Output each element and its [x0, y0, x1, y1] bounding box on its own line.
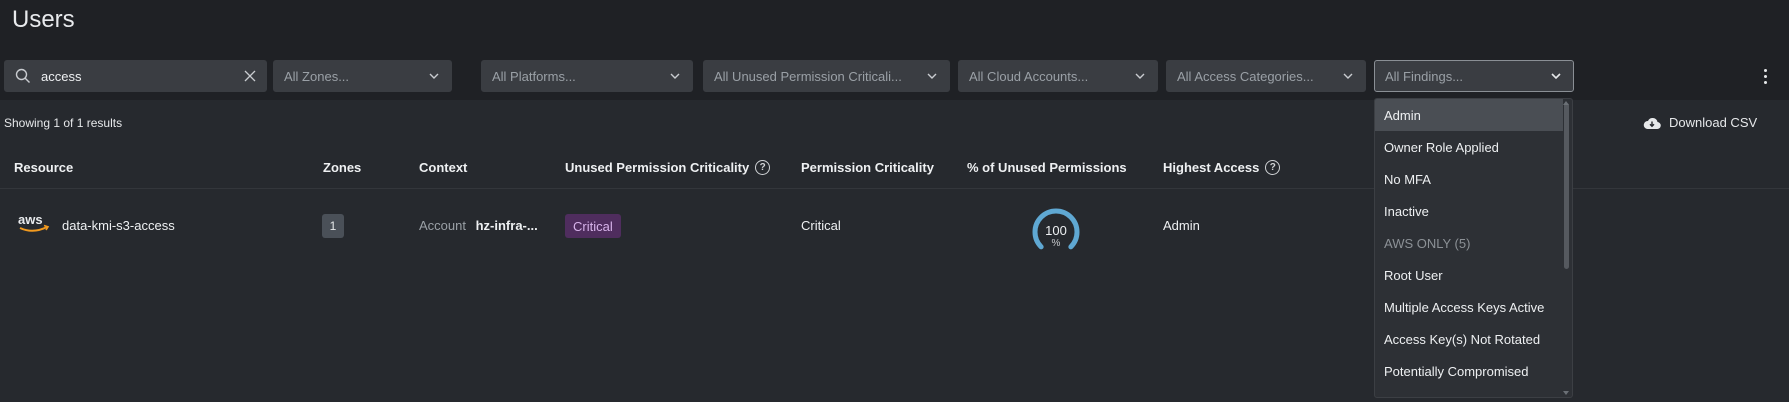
- dropdown-group-label: AWS ONLY (5): [1384, 235, 1471, 251]
- context-value[interactable]: hz-infra-...: [476, 218, 538, 233]
- aws-logo-icon: aws: [18, 212, 50, 232]
- col-unused-criticality[interactable]: Unused Permission Criticality ?: [565, 160, 771, 175]
- gauge-unit: %: [1051, 238, 1061, 249]
- unused-criticality-filter-label: All Unused Permission Criticali...: [714, 68, 902, 84]
- unused-criticality-filter[interactable]: All Unused Permission Criticali...: [703, 60, 950, 92]
- zones-count-badge[interactable]: 1: [322, 214, 344, 238]
- clear-icon[interactable]: [244, 70, 256, 82]
- svg-text:aws: aws: [18, 212, 43, 227]
- search-value[interactable]: access: [41, 69, 244, 84]
- chevron-down-icon: [1343, 73, 1353, 79]
- page-title: Users: [12, 6, 75, 33]
- col-context[interactable]: Context: [419, 160, 467, 175]
- context-label: Account: [419, 218, 466, 233]
- findings-filter-label: All Findings...: [1385, 68, 1464, 84]
- col-zones[interactable]: Zones: [323, 160, 361, 175]
- cloud-accounts-filter[interactable]: All Cloud Accounts...: [958, 60, 1158, 92]
- search-icon: [15, 68, 30, 83]
- chevron-down-icon: [927, 73, 937, 79]
- cloud-accounts-filter-label: All Cloud Accounts...: [969, 68, 1089, 84]
- scroll-down-icon[interactable]: [1563, 391, 1569, 396]
- download-csv-label: Download CSV: [1669, 115, 1758, 130]
- unused-criticality-badge: Critical: [565, 214, 621, 238]
- chevron-down-icon: [670, 73, 680, 79]
- findings-filter[interactable]: All Findings...: [1374, 60, 1574, 92]
- highest-access: Admin: [1163, 218, 1200, 233]
- col-resource[interactable]: Resource: [14, 160, 73, 175]
- dropdown-option[interactable]: Multiple Access Keys Active: [1375, 291, 1563, 323]
- dropdown-option[interactable]: No MFA: [1375, 163, 1563, 195]
- dropdown-option[interactable]: Admin: [1375, 99, 1563, 131]
- help-icon[interactable]: ?: [755, 160, 771, 175]
- dropdown-option[interactable]: Potentially Compromised: [1375, 355, 1563, 387]
- dropdown-option[interactable]: Owner Role Applied: [1375, 131, 1563, 163]
- access-categories-filter-label: All Access Categories...: [1177, 68, 1314, 84]
- gauge-value: 100: [1045, 223, 1067, 238]
- chevron-down-icon: [429, 73, 439, 79]
- permission-criticality: Critical: [801, 218, 841, 233]
- dropdown-option[interactable]: Access Key(s) Not Rotated: [1375, 323, 1563, 355]
- zones-filter[interactable]: All Zones...: [273, 60, 452, 92]
- findings-dropdown-menu: Admin Owner Role Applied No MFA Inactive AWS…: [1374, 98, 1573, 398]
- scrollbar-thumb[interactable]: [1564, 103, 1569, 269]
- chevron-down-icon: [1135, 73, 1145, 79]
- dropdown-option[interactable]: Inactive: [1375, 195, 1563, 227]
- col-highest-access[interactable]: Highest Access ?: [1163, 160, 1281, 175]
- scroll-up-icon[interactable]: [1563, 100, 1569, 105]
- more-options-icon[interactable]: [1758, 66, 1772, 86]
- context: Account hz-infra-...: [419, 218, 538, 233]
- platforms-filter-label: All Platforms...: [492, 68, 576, 84]
- chevron-down-icon: [1551, 73, 1561, 80]
- access-categories-filter[interactable]: All Access Categories...: [1166, 60, 1366, 92]
- col-pct-unused[interactable]: % of Unused Permissions: [967, 160, 1127, 175]
- platforms-filter[interactable]: All Platforms...: [481, 60, 693, 92]
- col-permission-criticality[interactable]: Permission Criticality: [801, 160, 934, 175]
- help-icon[interactable]: ?: [1265, 160, 1281, 175]
- zones-filter-label: All Zones...: [284, 68, 350, 84]
- resource-name[interactable]: data-kmi-s3-access: [62, 218, 175, 233]
- cloud-download-icon: [1643, 117, 1661, 129]
- dropdown-option[interactable]: Root User: [1375, 259, 1563, 291]
- search-input[interactable]: access: [4, 60, 267, 92]
- download-csv-button[interactable]: Download CSV: [1643, 115, 1757, 130]
- results-count: Showing 1 of 1 results: [4, 116, 123, 130]
